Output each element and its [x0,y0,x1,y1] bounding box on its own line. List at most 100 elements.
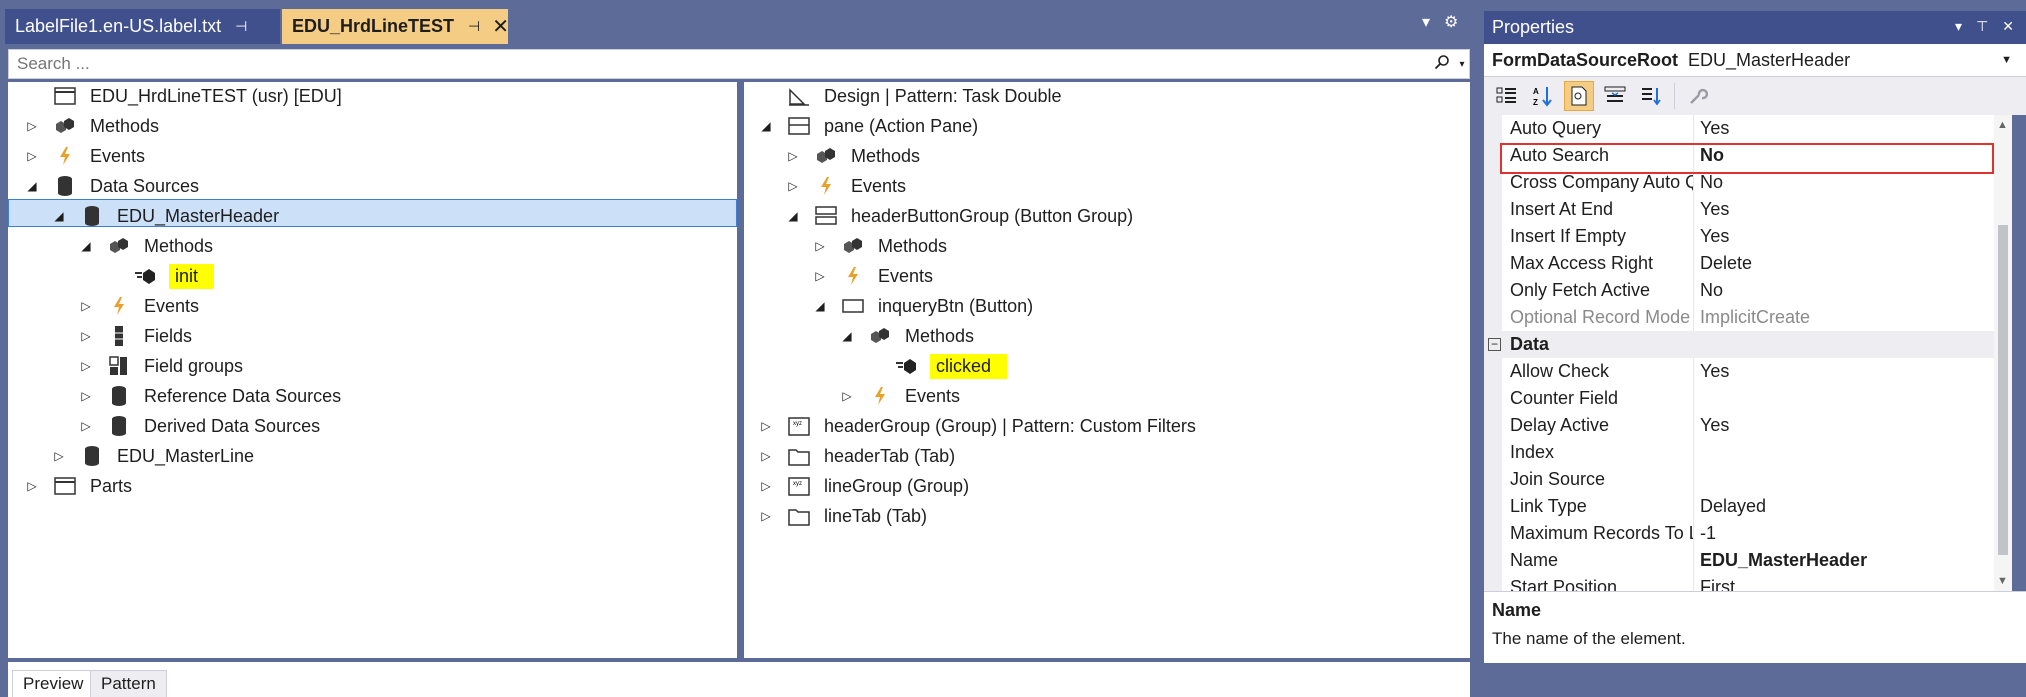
tree-node[interactable]: ▷ Methods [24,112,161,140]
chevron-down-icon[interactable]: ▼ [2001,54,2012,66]
property-value[interactable]: Yes [1694,415,1729,436]
tree-node[interactable]: ▷ EDU_MasterLine [51,442,256,470]
property-row[interactable]: Start Position First [1484,574,1994,591]
expand-toggle-icon[interactable]: ▷ [812,239,828,253]
property-row[interactable]: Auto Query Yes [1484,115,1994,142]
property-value[interactable]: -1 [1694,523,1716,544]
expand-toggle-icon[interactable]: ▷ [812,269,828,283]
tree-node[interactable]: ▷ xyz headerGroup (Group) | Pattern: Custo… [758,412,1198,440]
tree-node[interactable]: ◢ Methods [78,232,215,260]
pin-icon[interactable]: ⊤ [1976,18,1988,35]
tree-node[interactable]: ▷ Field groups [78,352,245,380]
expand-toggle-icon[interactable]: ▷ [24,149,40,163]
categorized-icon[interactable] [1492,81,1522,111]
close-icon[interactable]: ✕ [2002,18,2014,35]
property-pages-icon[interactable] [1564,81,1594,111]
search-icon[interactable] [1429,54,1455,75]
collapse-toggle-icon[interactable]: ◢ [51,209,67,223]
tree-node[interactable]: EDU_HrdLineTEST (usr) [EDU] [24,82,344,110]
chevron-down-icon[interactable]: ▾ [1422,12,1430,32]
property-value[interactable]: First [1694,577,1735,591]
tree-node[interactable]: ▷ Events [785,172,908,200]
expand-toggle-icon[interactable]: ▷ [78,359,94,373]
property-row[interactable]: Insert If Empty Yes [1484,223,1994,250]
collapse-toggle-icon[interactable]: ◢ [24,179,40,193]
expand-toggle-icon[interactable]: ▷ [78,329,94,343]
wrench-icon[interactable] [1683,81,1713,111]
tree-node[interactable]: ▷ Methods [785,142,922,170]
tree-node[interactable]: ▷ Reference Data Sources [78,382,343,410]
collapse-toggle-icon[interactable]: ◢ [78,239,94,253]
property-row[interactable]: Allow Check Yes [1484,358,1994,385]
property-row[interactable]: Counter Field [1484,385,1994,412]
property-row[interactable]: Insert At End Yes [1484,196,1994,223]
tree-node[interactable]: clicked [866,352,1008,380]
tree-node[interactable]: ◢ Data Sources [24,172,201,200]
tree-node[interactable]: ▷ Events [839,382,962,410]
property-row[interactable]: Max Access Right Delete [1484,250,1994,277]
property-value[interactable]: Delayed [1694,496,1766,517]
property-row[interactable]: Name EDU_MasterHeader [1484,547,1994,574]
property-grid-scrollbar[interactable]: ▲ ▼ [1994,115,2012,591]
tree-node[interactable]: ◢ Methods [839,322,976,350]
tree-node[interactable]: ▷ Fields [78,322,194,350]
collapse-toggle-icon[interactable]: ◢ [839,329,855,343]
property-value[interactable]: No [1694,280,1723,301]
chevron-down-icon[interactable]: ▾ [1455,59,1469,70]
property-row[interactable]: Join Source [1484,466,1994,493]
search-input[interactable] [9,51,1429,77]
collapse-toggle-icon[interactable]: ◢ [812,299,828,313]
expand-toggle-icon[interactable]: ▷ [24,479,40,493]
property-value[interactable]: Yes [1694,199,1729,220]
collapse-toggle-icon[interactable]: ◢ [785,209,801,223]
expand-toggle-icon[interactable]: ▷ [758,419,774,433]
object-selector[interactable]: FormDataSourceRoot EDU_MasterHeader ▼ [1484,44,2026,77]
property-value[interactable]: No [1694,172,1723,193]
expand-toggle-icon[interactable]: ▷ [785,179,801,193]
expand-all-icon[interactable] [1600,81,1630,111]
pin-icon[interactable]: ⊣ [235,18,247,35]
collapse-toggle-icon[interactable]: ◢ [758,119,774,133]
tree-node[interactable]: init [105,262,215,290]
property-value[interactable]: Yes [1694,361,1729,382]
tree-node[interactable]: ◢ EDU_MasterHeader [51,202,281,230]
pin-icon[interactable]: ⊣ [468,18,480,35]
sort-alphabetical-icon[interactable]: AZ [1528,81,1558,111]
expand-toggle-icon[interactable]: ▷ [758,449,774,463]
property-value[interactable]: Yes [1694,226,1729,247]
tree-node[interactable]: ▷ Events [812,262,935,290]
tab-preview[interactable]: Preview [12,670,95,697]
property-row[interactable]: Maximum Records To Load-1 [1484,520,1994,547]
close-icon[interactable]: ✕ [492,14,509,39]
tree-node[interactable]: ▷ lineTab (Tab) [758,502,929,530]
property-row[interactable]: Index [1484,439,1994,466]
expand-toggle-icon[interactable]: ▷ [78,299,94,313]
collapse-all-icon[interactable] [1636,81,1666,111]
scrollbar-thumb[interactable] [1998,225,2008,555]
pane-splitter[interactable] [737,82,744,658]
tree-node[interactable]: ▷ Derived Data Sources [78,412,322,440]
tree-node[interactable]: ▷ Methods [812,232,949,260]
expand-toggle-icon[interactable]: ▷ [24,119,40,133]
property-value[interactable]: ImplicitCreate [1694,307,1810,328]
gear-icon[interactable]: ⚙ [1444,12,1458,32]
tree-node[interactable]: ▷ Events [78,292,201,320]
property-category-row[interactable]: − Data [1484,331,1994,358]
expand-toggle-icon[interactable]: ▷ [78,389,94,403]
tree-node[interactable]: ◢ pane (Action Pane) [758,112,980,140]
property-row[interactable]: Optional Record Mode ImplicitCreate [1484,304,1994,331]
property-value[interactable]: Yes [1694,118,1729,139]
scroll-up-icon[interactable]: ▲ [1997,119,2008,131]
tree-node[interactable]: Design | Pattern: Task Double [758,82,1063,110]
collapse-toggle-icon[interactable]: − [1488,338,1501,351]
tree-node[interactable]: ▷ headerTab (Tab) [758,442,957,470]
tree-node[interactable]: ◢ inqueryBtn (Button) [812,292,1035,320]
expand-toggle-icon[interactable]: ▷ [758,509,774,523]
property-row[interactable]: Only Fetch Active No [1484,277,1994,304]
expand-toggle-icon[interactable]: ▷ [758,479,774,493]
property-row[interactable]: Delay Active Yes [1484,412,1994,439]
tab-pattern[interactable]: Pattern [90,670,167,697]
tab-edu-hrdlinetest[interactable]: EDU_HrdLineTEST ⊣ ✕ [282,9,509,44]
scroll-down-icon[interactable]: ▼ [1997,575,2008,587]
expand-toggle-icon[interactable]: ▷ [78,419,94,433]
